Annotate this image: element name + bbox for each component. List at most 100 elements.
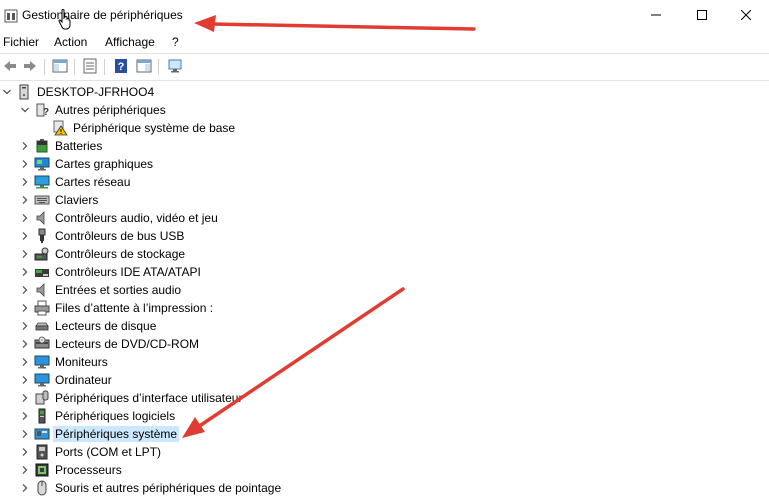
tree-item-label: Périphériques logiciels xyxy=(55,409,176,423)
menu-action[interactable]: Action xyxy=(54,35,87,49)
print-queue-icon xyxy=(34,300,50,316)
tree-item-peripheriques-systeme[interactable]: Périphériques système xyxy=(20,425,180,443)
toolbar-divider xyxy=(74,59,75,75)
menu-fichier[interactable]: Fichier xyxy=(3,35,39,49)
tree-item-claviers[interactable]: Claviers xyxy=(20,191,100,209)
tree-item-peripheriques-interface[interactable]: Périphériques d’interface utilisateur xyxy=(20,389,244,407)
speaker-icon xyxy=(34,282,50,298)
title-bar[interactable]: Gestionnaire de périphériques xyxy=(0,0,769,32)
chevron-right-icon[interactable] xyxy=(20,159,30,169)
back-button[interactable] xyxy=(0,57,20,77)
tree-item-lecteurs-dvd[interactable]: Lecteurs de DVD/CD-ROM xyxy=(20,335,201,353)
forward-arrow-icon xyxy=(22,58,38,77)
menu-affichage[interactable]: Affichage xyxy=(105,35,155,49)
chevron-right-icon[interactable] xyxy=(20,447,30,457)
dvd-drive-icon xyxy=(34,336,50,352)
computer-tower-icon xyxy=(16,84,32,100)
toolbar-divider xyxy=(44,59,45,75)
tree-item-souris[interactable]: Souris et autres périphériques de pointa… xyxy=(20,479,283,497)
tree-item-controleurs-ide[interactable]: Contrôleurs IDE ATA/ATAPI xyxy=(20,263,203,281)
tree-item-label: Files d’attente à l’impression : xyxy=(55,301,214,315)
disk-drive-icon xyxy=(34,318,50,334)
tree-item-controleurs-audio[interactable]: Contrôleurs audio, vidéo et jeu xyxy=(20,209,220,227)
chevron-right-icon[interactable] xyxy=(20,339,30,349)
tree-item-controleurs-usb[interactable]: Contrôleurs de bus USB xyxy=(20,227,186,245)
tree-item-cartes-graphiques[interactable]: Cartes graphiques xyxy=(20,155,155,173)
tree-item-controleurs-stockage[interactable]: Contrôleurs de stockage xyxy=(20,245,187,263)
toolbar-divider xyxy=(104,59,105,75)
speaker-icon xyxy=(34,210,50,226)
tree-item-label: Batteries xyxy=(55,139,103,153)
scan-hardware-button[interactable] xyxy=(165,57,185,77)
tree-root[interactable]: DESKTOP-JFRHOO4 xyxy=(2,83,156,101)
tree-item-label: Contrôleurs audio, vidéo et jeu xyxy=(55,211,218,225)
network-adapter-icon xyxy=(34,174,50,190)
tree-item-peripheriques-logiciels[interactable]: Périphériques logiciels xyxy=(20,407,177,425)
show-hide-console-tree-button[interactable] xyxy=(50,57,70,77)
display-adapter-icon xyxy=(34,156,50,172)
tree-item-label: Moniteurs xyxy=(55,355,108,369)
tree-item-moniteurs[interactable]: Moniteurs xyxy=(20,353,110,371)
minimize-button[interactable] xyxy=(633,0,679,32)
tree-root-label: DESKTOP-JFRHOO4 xyxy=(37,85,155,99)
minimize-icon xyxy=(651,9,661,23)
mouse-cursor-icon xyxy=(58,8,72,30)
unknown-device-icon: ? xyxy=(34,102,50,118)
tree-item-label: Ports (COM et LPT) xyxy=(55,445,162,459)
chevron-right-icon[interactable] xyxy=(20,393,30,403)
chevron-right-icon[interactable] xyxy=(20,285,30,295)
tree-item-processeurs[interactable]: Processeurs xyxy=(20,461,124,479)
chevron-right-icon[interactable] xyxy=(20,321,30,331)
chevron-right-icon[interactable] xyxy=(20,141,30,151)
chevron-right-icon[interactable] xyxy=(20,483,30,493)
tree-item-autres-peripheriques[interactable]: ? Autres périphériques xyxy=(20,101,168,119)
chevron-right-icon[interactable] xyxy=(20,411,30,421)
scan-hardware-icon xyxy=(167,58,183,77)
chevron-right-icon[interactable] xyxy=(20,429,30,439)
chevron-right-icon[interactable] xyxy=(20,195,30,205)
tree-item-peripherique-systeme-de-base[interactable]: Périphérique système de base xyxy=(38,119,237,137)
chevron-right-icon[interactable] xyxy=(20,357,30,367)
chevron-right-icon[interactable] xyxy=(20,465,30,475)
hid-icon xyxy=(34,390,50,406)
chevron-right-icon[interactable] xyxy=(20,231,30,241)
chevron-right-icon[interactable] xyxy=(20,249,30,259)
tree-item-files-impression[interactable]: Files d’attente à l’impression : xyxy=(20,299,215,317)
chevron-right-icon[interactable] xyxy=(20,267,30,277)
maximize-button[interactable] xyxy=(679,0,725,32)
tree-item-label: Ordinateur xyxy=(55,373,112,387)
tree-item-label: Périphérique système de base xyxy=(73,121,236,135)
back-arrow-icon xyxy=(2,58,18,77)
battery-icon xyxy=(34,138,50,154)
window-title: Gestionnaire de périphériques xyxy=(22,8,183,22)
properties-icon xyxy=(82,58,98,77)
properties-button[interactable] xyxy=(80,57,100,77)
tree-item-label: Contrôleurs de stockage xyxy=(55,247,186,261)
close-button[interactable] xyxy=(723,0,769,32)
chevron-right-icon[interactable] xyxy=(20,303,30,313)
chevron-right-icon[interactable] xyxy=(20,177,30,187)
mouse-icon xyxy=(34,480,50,496)
help-button[interactable]: ? xyxy=(111,57,131,77)
tree-item-entrees-sorties-audio[interactable]: Entrées et sorties audio xyxy=(20,281,183,299)
processor-icon xyxy=(34,462,50,478)
tree-item-label: Lecteurs de disque xyxy=(55,319,157,333)
action-pane-button[interactable] xyxy=(134,57,154,77)
tree-item-batteries[interactable]: Batteries xyxy=(20,137,104,155)
tree-item-lecteurs-disque[interactable]: Lecteurs de disque xyxy=(20,317,158,335)
tree-item-label: Entrées et sorties audio xyxy=(55,283,182,297)
tree-item-cartes-reseau[interactable]: Cartes réseau xyxy=(20,173,132,191)
tree-item-label: Contrôleurs de bus USB xyxy=(55,229,185,243)
chevron-right-icon[interactable] xyxy=(20,213,30,223)
storage-controller-icon xyxy=(34,246,50,262)
tree-item-label: Périphériques système xyxy=(53,426,180,442)
tree-item-ports[interactable]: Ports (COM et LPT) xyxy=(20,443,163,461)
menu-help[interactable]: ? xyxy=(172,35,179,49)
forward-button[interactable] xyxy=(20,57,40,77)
chevron-down-icon[interactable] xyxy=(20,105,30,115)
tree-item-ordinateur[interactable]: Ordinateur xyxy=(20,371,114,389)
port-icon xyxy=(34,444,50,460)
chevron-down-icon[interactable] xyxy=(2,87,12,97)
chevron-right-icon[interactable] xyxy=(20,375,30,385)
keyboard-icon xyxy=(34,192,50,208)
